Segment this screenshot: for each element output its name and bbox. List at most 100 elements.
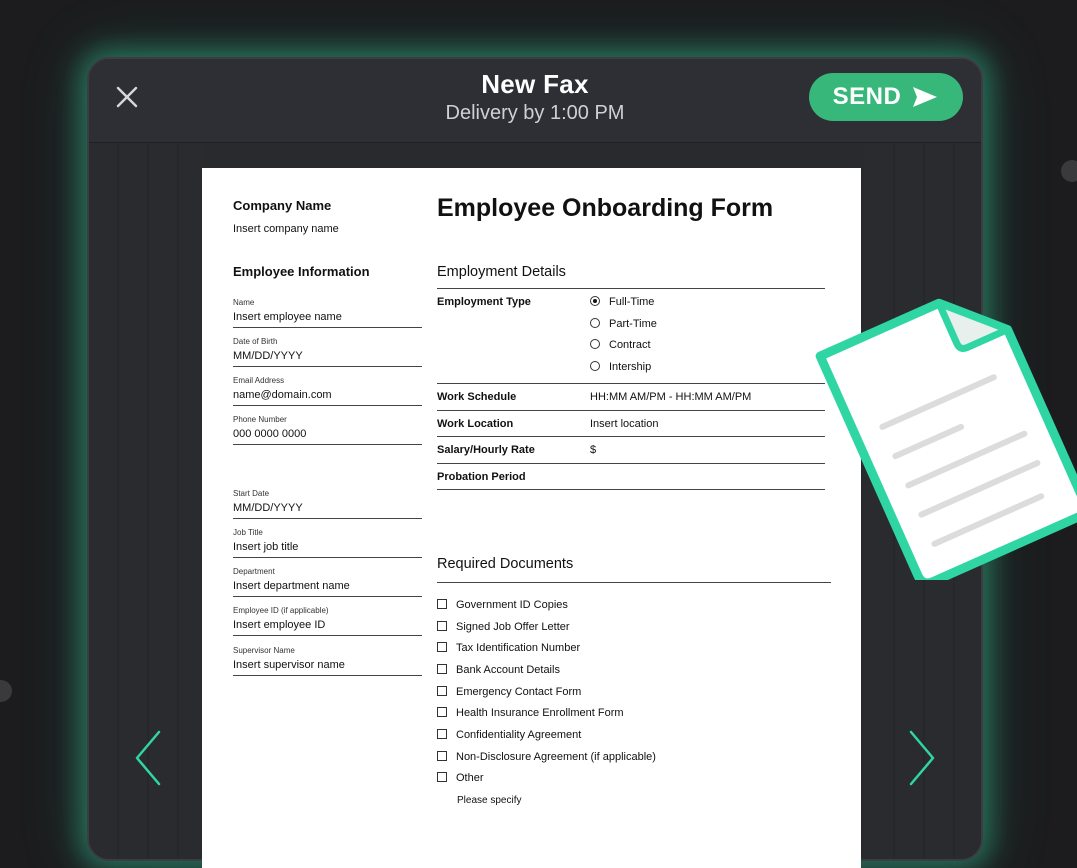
checkbox-icon bbox=[437, 599, 447, 609]
checklist-label: Emergency Contact Form bbox=[456, 686, 582, 698]
document-icon bbox=[815, 298, 1077, 580]
field-label: Name bbox=[233, 298, 255, 307]
row-value: $ bbox=[590, 444, 597, 456]
divider bbox=[437, 436, 825, 437]
radio-contract: Contract bbox=[590, 339, 651, 351]
checklist-label: Confidentiality Agreement bbox=[456, 729, 582, 741]
background-dot bbox=[1061, 160, 1077, 182]
field-value: name@domain.com bbox=[233, 389, 332, 401]
field-label: Email Address bbox=[233, 376, 285, 385]
row-key: Work Location bbox=[437, 418, 514, 430]
required-documents-heading: Required Documents bbox=[437, 556, 574, 572]
field-value: MM/DD/YYYY bbox=[233, 502, 303, 514]
field-supervisor: Supervisor Name Insert supervisor name bbox=[233, 646, 422, 676]
field-label: Job Title bbox=[233, 528, 263, 537]
field-value: 000 0000 0000 bbox=[233, 428, 307, 440]
checklist-item: Confidentiality Agreement bbox=[437, 729, 581, 741]
previous-page-button[interactable] bbox=[133, 728, 163, 788]
checklist-label: Government ID Copies bbox=[456, 599, 568, 611]
field-value: MM/DD/YYYY bbox=[233, 350, 303, 362]
next-page-button[interactable] bbox=[907, 728, 937, 788]
field-date-of-birth: Date of Birth MM/DD/YYYY bbox=[233, 337, 422, 367]
field-value: Insert job title bbox=[233, 541, 299, 553]
divider bbox=[437, 410, 825, 411]
checklist-item: Bank Account Details bbox=[437, 664, 560, 676]
radio-empty-icon bbox=[590, 339, 600, 349]
background-dot bbox=[0, 680, 12, 702]
radio-selected-icon bbox=[590, 296, 600, 306]
checkbox-icon bbox=[437, 621, 447, 631]
field-value: Insert employee name bbox=[233, 311, 342, 323]
checklist-item: Government ID Copies bbox=[437, 599, 568, 611]
divider bbox=[437, 582, 831, 583]
checklist-label: Other bbox=[456, 772, 484, 784]
checkbox-icon bbox=[437, 772, 447, 782]
field-employee-id: Employee ID (if applicable) Insert emplo… bbox=[233, 606, 422, 636]
send-button[interactable]: SEND bbox=[809, 73, 963, 121]
field-label: Start Date bbox=[233, 489, 270, 498]
radio-label: Full-Time bbox=[609, 296, 655, 308]
checklist-item: Emergency Contact Form bbox=[437, 686, 581, 698]
checkbox-icon bbox=[437, 664, 447, 674]
divider bbox=[437, 288, 825, 289]
field-label: Date of Birth bbox=[233, 337, 278, 346]
radio-label: Part-Time bbox=[609, 318, 657, 330]
employee-info-heading: Employee Information bbox=[233, 264, 370, 279]
checkbox-icon bbox=[437, 642, 447, 652]
checklist-item: Other bbox=[437, 772, 484, 784]
divider bbox=[437, 489, 825, 490]
chevron-right-icon bbox=[909, 730, 935, 786]
checkbox-icon bbox=[437, 751, 447, 761]
field-value: Insert department name bbox=[233, 580, 350, 592]
radio-label: Contract bbox=[609, 339, 651, 351]
radio-label: Intership bbox=[609, 361, 652, 373]
field-label: Phone Number bbox=[233, 415, 287, 424]
row-value: Insert location bbox=[590, 418, 659, 430]
checklist-label: Signed Job Offer Letter bbox=[456, 621, 570, 633]
checklist-item: Tax Identification Number bbox=[437, 642, 580, 654]
checkbox-icon bbox=[437, 707, 447, 717]
field-value: Insert employee ID bbox=[233, 619, 326, 631]
send-button-label: SEND bbox=[832, 83, 902, 110]
row-key: Probation Period bbox=[437, 471, 526, 483]
field-start-date: Start Date MM/DD/YYYY bbox=[233, 489, 422, 519]
field-job-title: Job Title Insert job title bbox=[233, 528, 422, 558]
row-key: Salary/Hourly Rate bbox=[437, 444, 535, 456]
checklist-item: Non-Disclosure Agreement (if applicable) bbox=[437, 751, 656, 763]
field-value: Insert supervisor name bbox=[233, 659, 345, 671]
employment-details-heading: Employment Details bbox=[437, 264, 566, 280]
company-value: Insert company name bbox=[233, 223, 339, 235]
field-phone: Phone Number 000 0000 0000 bbox=[233, 415, 422, 445]
field-email: Email Address name@domain.com bbox=[233, 376, 422, 406]
field-label: Supervisor Name bbox=[233, 646, 295, 655]
divider bbox=[437, 463, 825, 464]
employment-type-label: Employment Type bbox=[437, 296, 531, 308]
radio-full-time: Full-Time bbox=[590, 296, 654, 308]
fax-document-preview: Company Name Insert company name Employe… bbox=[202, 168, 861, 868]
checklist-label: Non-Disclosure Agreement (if applicable) bbox=[456, 751, 656, 763]
checklist-item: Health Insurance Enrollment Form bbox=[437, 707, 624, 719]
send-arrow-icon bbox=[913, 87, 938, 107]
radio-part-time: Part-Time bbox=[590, 318, 657, 330]
company-heading: Company Name bbox=[233, 198, 332, 213]
form-title: Employee Onboarding Form bbox=[437, 194, 774, 222]
radio-empty-icon bbox=[590, 361, 600, 371]
checklist-label: Bank Account Details bbox=[456, 664, 560, 676]
top-bar: New Fax Delivery by 1:00 PM SEND bbox=[89, 59, 981, 143]
specify-note: Please specify bbox=[457, 795, 522, 806]
field-label: Employee ID (if applicable) bbox=[233, 606, 329, 615]
divider bbox=[437, 383, 825, 384]
checklist-label: Tax Identification Number bbox=[456, 642, 581, 654]
radio-empty-icon bbox=[590, 318, 600, 328]
row-key: Work Schedule bbox=[437, 391, 517, 403]
row-value: HH:MM AM/PM - HH:MM AM/PM bbox=[590, 391, 752, 403]
radio-internship: Intership bbox=[590, 361, 651, 373]
field-department: Department Insert department name bbox=[233, 567, 422, 597]
chevron-left-icon bbox=[135, 730, 161, 786]
field-label: Department bbox=[233, 567, 275, 576]
checkbox-icon bbox=[437, 686, 447, 696]
field-name: Name Insert employee name bbox=[233, 298, 422, 328]
checkbox-icon bbox=[437, 729, 447, 739]
checklist-item: Signed Job Offer Letter bbox=[437, 621, 570, 633]
checklist-label: Health Insurance Enrollment Form bbox=[456, 707, 624, 719]
